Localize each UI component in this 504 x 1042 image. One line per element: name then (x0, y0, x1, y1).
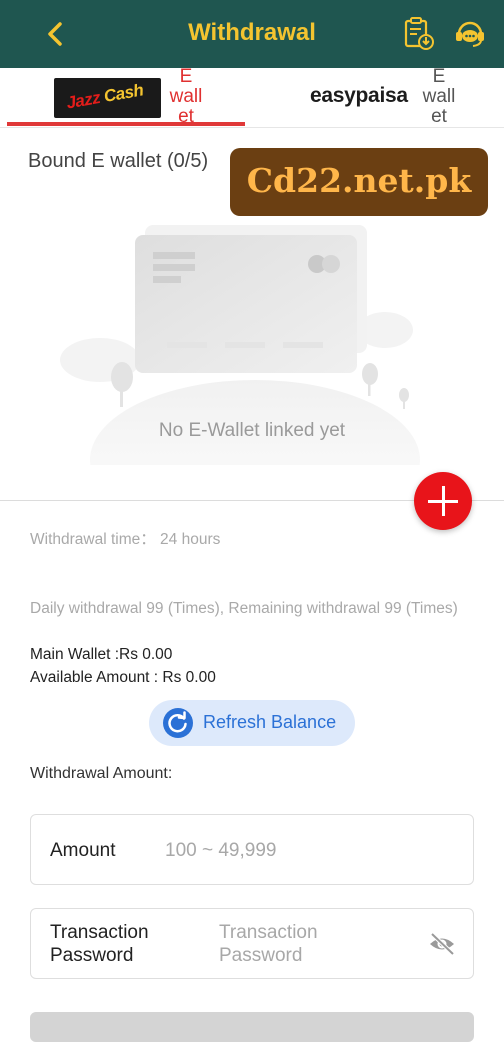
empty-wallet-text: No E-Wallet linked yet (158, 420, 346, 441)
main-wallet-balance: Main Wallet :Rs 0.00 (30, 646, 173, 663)
wallet-tabs: Jazz Cash E wall et easypaisa E wall et (0, 66, 504, 128)
bound-wallet-title: Bound E wallet (0/5) (28, 150, 209, 172)
daily-withdrawal-limit: Daily withdrawal 99 (Times), Remaining w… (30, 600, 458, 617)
watermark-badge: Cd22.net.pk (230, 148, 488, 216)
amount-input[interactable] (165, 837, 445, 865)
amount-field: Amount (30, 814, 474, 885)
jazzcash-logo: Jazz Cash (54, 78, 161, 118)
easypaisa-logo-text-b: paisa (355, 84, 409, 107)
withdrawal-amount-title: Withdrawal Amount: (30, 765, 173, 782)
tab-selected-indicator (7, 122, 245, 126)
customer-service-icon (456, 21, 484, 47)
add-wallet-button[interactable] (414, 472, 472, 530)
refresh-balance-button[interactable]: Refresh Balance (149, 700, 355, 746)
refresh-balance-label: Refresh Balance (203, 712, 337, 732)
available-amount: Available Amount : Rs 0.00 (30, 669, 216, 686)
easypaisa-logo-text-a: easy (310, 84, 356, 107)
transaction-password-field: Transaction Password Transaction Passwor… (30, 908, 474, 979)
withdrawal-records-button[interactable] (400, 16, 436, 52)
clipboard-download-icon (404, 17, 434, 50)
eye-off-icon[interactable] (428, 932, 456, 956)
app-header: Withdrawal (0, 0, 504, 68)
tab-jazzcash[interactable]: Jazz Cash E wall et (0, 66, 252, 128)
transaction-password-label: Transaction Password (50, 922, 149, 966)
confirm-button[interactable] (30, 1012, 474, 1042)
transaction-password-input[interactable]: Transaction Password (219, 921, 379, 967)
jazzcash-logo-text-a: Jazz (64, 88, 102, 113)
easypaisa-logo: easypaisa (310, 84, 408, 108)
amount-label: Amount (50, 840, 116, 861)
refresh-icon (163, 708, 193, 738)
tab-easypaisa-label: E wall et (422, 66, 456, 127)
tab-easypaisa[interactable]: easypaisa E wall et (252, 66, 504, 128)
jazzcash-logo-text-b: Cash (102, 80, 145, 106)
withdrawal-time: Withdrawal time： 24 hours (30, 531, 221, 548)
tab-jazzcash-label: E wall et (169, 66, 203, 127)
customer-service-button[interactable] (452, 16, 488, 52)
